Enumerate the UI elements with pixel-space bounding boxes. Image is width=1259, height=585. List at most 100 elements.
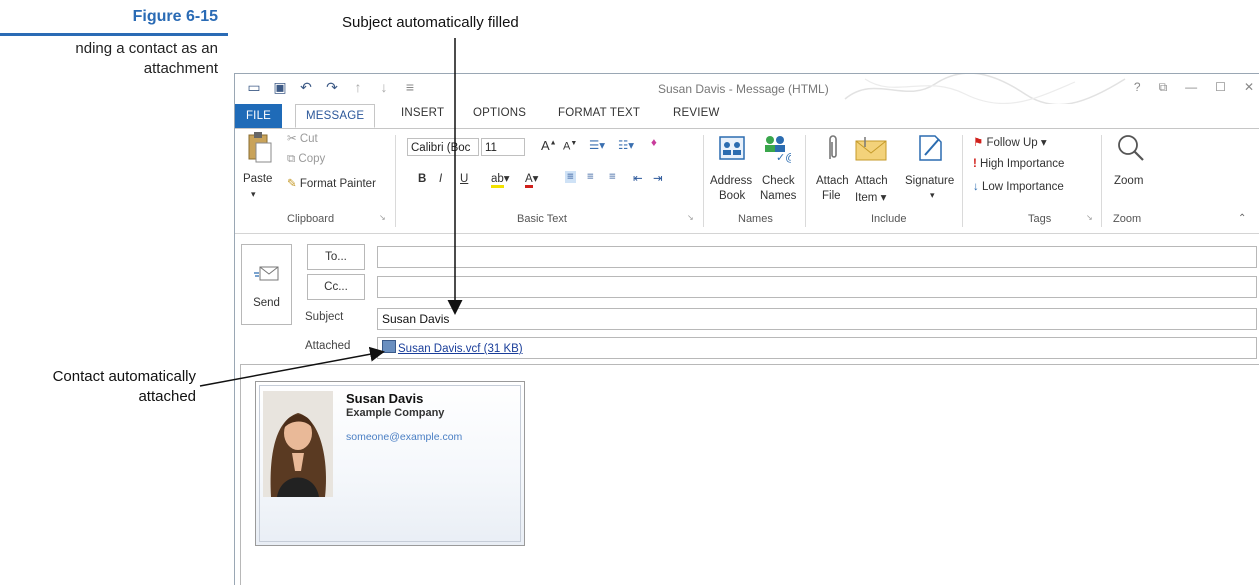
figure-rule (0, 33, 228, 36)
align-right-icon[interactable]: ≡ (609, 171, 616, 183)
help-icon[interactable]: ? (1134, 80, 1141, 95)
underline-icon[interactable]: U (460, 173, 468, 185)
to-field[interactable] (377, 246, 1257, 268)
copy-icon: ⧉ (287, 153, 299, 165)
grow-font-icon[interactable]: A▲ (541, 138, 557, 153)
check-names-label-1[interactable]: Check (762, 175, 795, 187)
basic-text-launcher-icon[interactable]: ↘ (687, 213, 694, 222)
tab-review[interactable]: REVIEW (673, 107, 720, 119)
cc-field[interactable] (377, 276, 1257, 298)
callout-contact: Contact automatically attached (0, 367, 196, 407)
highlight-icon[interactable]: ab▾ (491, 171, 510, 188)
attach-item-icon[interactable] (855, 135, 887, 161)
tags-launcher-icon[interactable]: ↘ (1086, 213, 1093, 222)
bold-icon[interactable]: B (418, 173, 426, 185)
maximize-icon[interactable]: ☐ (1215, 80, 1226, 95)
font-size-select[interactable]: 11 (481, 138, 525, 156)
attached-label: Attached (305, 340, 351, 352)
format-painter-button[interactable]: ✎ Format Painter (287, 176, 376, 190)
quick-access-toolbar: ▭ ▣ ↶ ↷ ↑ ↓ ≡ (247, 79, 417, 96)
separator (805, 135, 806, 227)
brush-icon: ✎ (287, 178, 300, 190)
paperclip-icon[interactable] (826, 133, 840, 163)
to-button[interactable]: To... (307, 244, 365, 270)
align-left-icon[interactable]: ≡ (565, 171, 576, 183)
send-button[interactable]: Send (241, 244, 292, 325)
figure-caption-line-2: attachment (143, 60, 218, 77)
clipboard-launcher-icon[interactable]: ↘ (379, 213, 386, 222)
attach-file-label-2[interactable]: File (822, 190, 841, 202)
increase-indent-icon[interactable]: ⇥ (653, 171, 663, 185)
ribbon-display-icon[interactable]: ⧉ (1159, 80, 1168, 95)
font-name-select[interactable]: Calibri (Boc (407, 138, 479, 156)
minimize-icon[interactable]: — (1185, 80, 1197, 95)
cut-label: Cut (299, 133, 318, 145)
previous-item-icon[interactable]: ↑ (351, 79, 365, 96)
clear-formatting-icon[interactable]: ♦ (651, 137, 657, 149)
italic-icon[interactable]: I (439, 173, 442, 185)
format-painter-label: Format Painter (299, 178, 376, 190)
font-color-icon[interactable]: A▾ (525, 171, 538, 188)
ribbon-tabs: FILE MESSAGE INSERT OPTIONS FORMAT TEXT … (235, 104, 1259, 128)
group-label-zoom: Zoom (1113, 213, 1142, 225)
business-card[interactable]: Susan Davis Example Company someone@exam… (255, 381, 525, 546)
signature-dropdown-icon[interactable]: ▾ (930, 190, 935, 201)
subject-field[interactable]: Susan Davis (377, 308, 1257, 330)
customize-qat-icon[interactable]: ≡ (403, 79, 417, 96)
attach-item-button[interactable]: Item ▾ (855, 190, 886, 204)
card-email[interactable]: someone@example.com (346, 431, 462, 443)
align-center-icon[interactable]: ≡ (587, 171, 594, 183)
bullets-icon[interactable]: ☰▾ (589, 138, 605, 152)
high-importance-button[interactable]: ! High Importance (973, 158, 1064, 170)
tab-insert[interactable]: INSERT (401, 107, 444, 119)
signature-icon[interactable] (917, 133, 945, 163)
cut-button[interactable]: ✂ Cut (287, 131, 318, 145)
tab-message[interactable]: MESSAGE (295, 104, 376, 128)
callout-contact-line-2: attached (138, 388, 196, 405)
address-book-label-2[interactable]: Book (719, 190, 745, 202)
window-title: Susan Davis - Message (HTML) (658, 82, 829, 96)
signature-label[interactable]: Signature (905, 175, 954, 187)
save-icon[interactable]: ▣ (273, 79, 287, 96)
copy-button[interactable]: ⧉ Copy (287, 153, 325, 166)
window-menu-icon[interactable]: ▭ (247, 79, 261, 96)
decrease-indent-icon[interactable]: ⇤ (633, 171, 643, 185)
undo-icon[interactable]: ↶ (299, 79, 313, 96)
follow-up-button[interactable]: ⚑ Follow Up ▾ (973, 135, 1047, 149)
zoom-icon[interactable] (1116, 133, 1146, 163)
svg-text:✓@: ✓@ (776, 152, 791, 163)
figure-caption-line-1: nding a contact as an (75, 40, 218, 57)
subject-label: Subject (305, 311, 344, 323)
shrink-font-icon[interactable]: A▼ (563, 140, 577, 153)
paste-button[interactable]: Paste (243, 173, 272, 185)
tab-options[interactable]: OPTIONS (473, 107, 526, 119)
title-bar: ▭ ▣ ↶ ↷ ↑ ↓ ≡ Susan Davis - Message (HTM… (235, 74, 1259, 104)
low-importance-button[interactable]: ↓ Low Importance (973, 181, 1064, 193)
close-icon[interactable]: ✕ (1244, 80, 1254, 95)
address-book-icon[interactable] (719, 135, 745, 161)
redo-icon[interactable]: ↷ (325, 79, 339, 96)
group-label-include: Include (871, 213, 907, 225)
paste-icon[interactable] (247, 131, 273, 165)
tab-file[interactable]: FILE (235, 104, 282, 128)
group-label-tags: Tags (1028, 213, 1052, 225)
attach-file-label-1[interactable]: Attach (816, 175, 849, 187)
zoom-button[interactable]: Zoom (1114, 175, 1143, 187)
numbering-icon[interactable]: ☷▾ (618, 138, 634, 152)
attachment-link[interactable]: Susan Davis.vcf (31 KB) (398, 343, 523, 355)
message-window: ▭ ▣ ↶ ↷ ↑ ↓ ≡ Susan Davis - Message (HTM… (234, 73, 1259, 585)
next-item-icon[interactable]: ↓ (377, 79, 391, 96)
separator (395, 135, 396, 227)
figure-caption: nding a contact as an attachment (0, 39, 218, 79)
cc-button[interactable]: Cc... (307, 274, 365, 300)
check-names-icon[interactable]: ✓@ (761, 133, 791, 163)
address-book-label-1[interactable]: Address (710, 175, 752, 187)
collapse-ribbon-icon[interactable]: ⌃ (1238, 213, 1246, 224)
paste-dropdown-icon[interactable]: ▾ (251, 189, 256, 200)
callout-subject: Subject automatically filled (342, 14, 519, 31)
tab-format-text[interactable]: FORMAT TEXT (558, 107, 640, 119)
low-importance-label: Low Importance (981, 181, 1064, 193)
attach-item-label-1[interactable]: Attach (855, 175, 888, 187)
check-names-label-2[interactable]: Names (760, 190, 796, 202)
flag-icon: ⚑ (973, 137, 987, 149)
